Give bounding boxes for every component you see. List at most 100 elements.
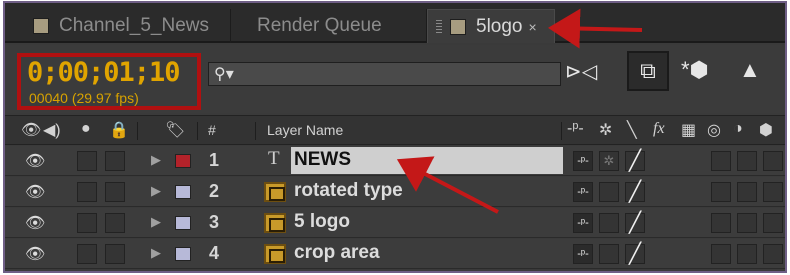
switch-box[interactable] <box>763 151 783 171</box>
tab-bar: Channel_5_News Render Queue 5logo × <box>5 3 785 43</box>
expand-triangle-icon[interactable]: ▶ <box>151 183 161 199</box>
tab-label: 5logo <box>476 15 523 37</box>
lock-toggle[interactable] <box>105 151 125 171</box>
layer-row[interactable]: 👁 ▶ 4 crop area -ᵖ- ╱ <box>5 239 785 269</box>
switch-box[interactable] <box>737 213 757 233</box>
label-color-swatch[interactable] <box>175 154 191 168</box>
layer-name[interactable]: NEWS <box>294 149 351 171</box>
composition-swatch-icon <box>33 18 49 34</box>
layer-name[interactable]: 5 logo <box>294 211 350 233</box>
label-icon[interactable]: 🏷 <box>165 120 185 140</box>
adjustment-layer-icon[interactable]: ◑ <box>733 120 743 138</box>
quality-switch[interactable]: ╱ <box>625 213 645 233</box>
motion-blur-icon[interactable]: *⬢ <box>681 57 709 83</box>
lock-toggle[interactable] <box>105 182 125 202</box>
tab-label: Render Queue <box>257 15 382 36</box>
timeline-panel: Channel_5_News Render Queue 5logo × 0;00… <box>3 1 787 273</box>
precomp-icon <box>264 244 286 264</box>
collapse-switch[interactable] <box>599 182 619 202</box>
shy-switch[interactable]: -ᵖ- <box>573 244 593 264</box>
switch-box[interactable] <box>763 182 783 202</box>
collapse-switch-icon[interactable]: ✲ <box>599 120 612 140</box>
motion-blur-switch-icon[interactable]: ◎ <box>707 120 721 140</box>
expand-triangle-icon[interactable]: ▶ <box>151 214 161 230</box>
switch-box[interactable] <box>711 244 731 264</box>
tab-label: Channel_5_News <box>59 15 209 36</box>
close-icon[interactable]: × <box>529 19 537 35</box>
layer-row[interactable]: 👁 ▶ 3 5 logo -ᵖ- ╱ <box>5 208 785 238</box>
draft-3d-icon[interactable]: ▲ <box>739 57 761 83</box>
shy-switch[interactable]: -ᵖ- <box>573 151 593 171</box>
effects-icon[interactable]: fx <box>653 120 665 138</box>
audio-toggle[interactable] <box>77 244 97 264</box>
audio-toggle[interactable] <box>77 151 97 171</box>
divider <box>561 122 562 140</box>
shy-switch-icon[interactable]: -ᵖ- <box>567 120 584 138</box>
expand-triangle-icon[interactable]: ▶ <box>151 152 161 168</box>
switch-box[interactable] <box>737 182 757 202</box>
lock-toggle[interactable] <box>105 213 125 233</box>
collapse-switch[interactable] <box>599 213 619 233</box>
shy-switch[interactable]: -ᵖ- <box>573 182 593 202</box>
layer-number: 1 <box>209 150 220 170</box>
timecode-value[interactable]: 0;00;01;10 <box>27 57 181 88</box>
label-color-swatch[interactable] <box>175 216 191 230</box>
frame-count: 00040 (29.97 fps) <box>29 90 139 106</box>
switch-box[interactable] <box>711 151 731 171</box>
collapse-switch[interactable] <box>599 244 619 264</box>
expand-triangle-icon[interactable]: ▶ <box>151 245 161 261</box>
frame-blend-icon[interactable]: ▦ <box>681 120 696 140</box>
timeline-toolbar: 0;00;01;10 00040 (29.97 fps) ⚲▾ ⊳◁ ⧉ *⬢ … <box>5 45 785 113</box>
quality-switch[interactable]: ╱ <box>625 244 645 264</box>
text-layer-icon: T <box>268 148 280 169</box>
switch-box[interactable] <box>763 244 783 264</box>
tab-channel-5-news[interactable]: Channel_5_News <box>19 9 231 43</box>
audio-icon[interactable]: ◀) <box>43 120 61 140</box>
search-input[interactable]: ⚲▾ <box>208 62 561 86</box>
precomp-icon <box>264 182 286 202</box>
shy-switch[interactable]: -ᵖ- <box>573 213 593 233</box>
3d-layer-icon[interactable]: ⬢ <box>759 120 773 140</box>
eye-icon[interactable]: 👁 <box>25 182 45 202</box>
lock-toggle[interactable] <box>105 244 125 264</box>
quality-switch[interactable]: ╱ <box>625 151 645 171</box>
shy-layers-icon[interactable]: ⊳◁ <box>565 59 597 84</box>
eye-icon[interactable]: 👁 <box>25 244 45 264</box>
current-time-display[interactable]: 0;00;01;10 00040 (29.97 fps) <box>17 53 201 110</box>
layer-number: 4 <box>209 243 220 263</box>
quality-switch[interactable]: ╱ <box>625 182 645 202</box>
collapse-switch[interactable]: ✲ <box>599 151 619 171</box>
label-color-swatch[interactable] <box>175 185 191 199</box>
solo-icon[interactable]: ● <box>81 120 91 138</box>
switch-box[interactable] <box>711 213 731 233</box>
quality-switch-icon[interactable]: ╲ <box>627 120 637 140</box>
audio-toggle[interactable] <box>77 182 97 202</box>
layer-name-column-header[interactable]: Layer Name <box>267 122 343 138</box>
eye-icon[interactable]: 👁 <box>25 213 45 233</box>
lock-icon[interactable]: 🔒 <box>109 120 129 140</box>
column-header: 👁 ◀) ● 🔒 🏷 # Layer Name -ᵖ- ✲ ╲ fx ▦ ◎ ◑… <box>5 115 785 145</box>
divider <box>137 122 138 140</box>
video-visibility-icon[interactable]: 👁 <box>21 120 41 140</box>
layer-name[interactable]: crop area <box>294 242 380 264</box>
number-column-header[interactable]: # <box>208 122 216 138</box>
layer-row[interactable]: 👁 ▶ 2 rotated type -ᵖ- ╱ <box>5 177 785 207</box>
drag-grip-icon[interactable] <box>436 20 442 34</box>
tab-5logo[interactable]: 5logo × <box>427 9 555 43</box>
tab-render-queue[interactable]: Render Queue <box>231 9 427 43</box>
composition-swatch-icon <box>450 18 466 35</box>
layer-name[interactable]: rotated type <box>294 180 403 202</box>
switch-box[interactable] <box>737 244 757 264</box>
switch-box[interactable] <box>711 182 731 202</box>
label-color-swatch[interactable] <box>175 247 191 261</box>
layer-row[interactable]: 👁 ▶ 1 T NEWS -ᵖ- ✲ ╱ <box>5 146 785 176</box>
layer-number: 3 <box>209 212 220 232</box>
eye-icon[interactable]: 👁 <box>25 151 45 171</box>
frame-blending-icon[interactable]: ⧉ <box>627 51 669 91</box>
layer-number: 2 <box>209 181 220 201</box>
audio-toggle[interactable] <box>77 213 97 233</box>
divider <box>197 122 198 140</box>
switch-box[interactable] <box>737 151 757 171</box>
switch-box[interactable] <box>763 213 783 233</box>
search-icon[interactable]: ⚲▾ <box>214 64 234 84</box>
